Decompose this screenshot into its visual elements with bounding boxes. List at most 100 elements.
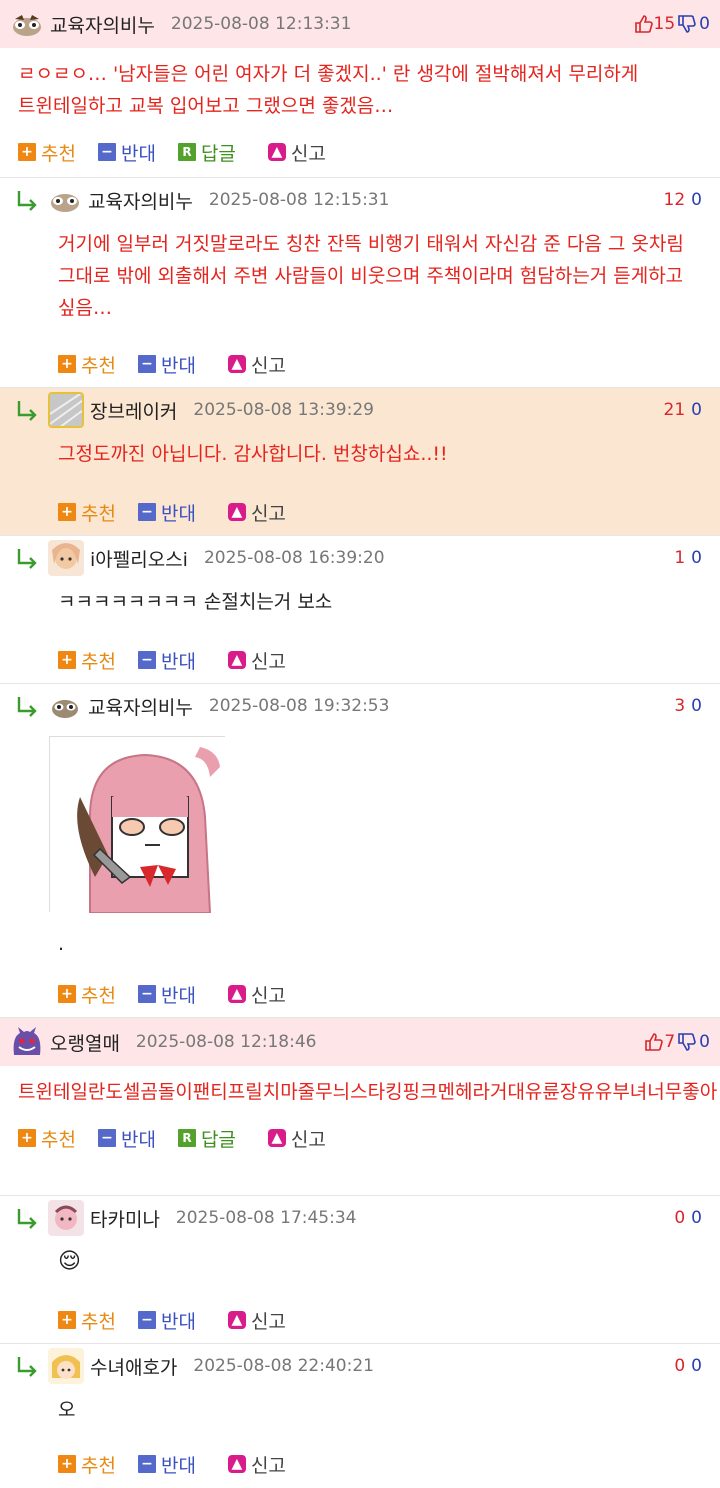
recommend-button[interactable]: + 추천 [58,499,116,526]
avatar[interactable] [10,1025,44,1059]
avatar[interactable] [48,392,84,428]
oppose-button[interactable]: − 반대 [97,139,156,166]
reply-r-icon: R [177,1129,196,1147]
reply-comment: i아펠리오스i 2025-08-08 16:39:20 1 0 ㅋㅋㅋㅋㅋㅋㅋㅋ… [0,536,720,684]
minus-icon: − [97,1129,116,1147]
thumbs-up-icon [645,1033,664,1051]
comment-header: 수녀애호가 2025-08-08 22:40:21 0 0 [14,1344,720,1388]
oppose-button[interactable]: − 반대 [137,1451,196,1478]
nickname[interactable]: 타카미나 [90,1205,160,1232]
avatar[interactable] [10,7,44,41]
comment: 오랭열매 2025-08-08 12:18:46 7 0 트윈테일란도셀곰돌이팬… [0,1018,720,1196]
report-button[interactable]: ▲ 신고 [227,1307,286,1334]
recommend-button[interactable]: + 추천 [58,1451,116,1478]
timestamp: 2025-08-08 13:39:29 [193,400,374,420]
comment-header: 교육자의비누 2025-08-08 19:32:53 3 0 [14,684,720,728]
oppose-button[interactable]: − 반대 [137,351,196,378]
plus-icon: + [58,1311,76,1329]
timestamp: 2025-08-08 12:18:46 [135,1032,317,1052]
comment-actions: + 추천 − 반대 ▲ 신고 [14,636,720,684]
upvote-count: 0 [674,1356,686,1376]
report-button[interactable]: ▲ 신고 [227,1451,286,1478]
reply-button[interactable]: R 답글 [177,139,236,166]
nickname[interactable]: 교육자의비누 [88,187,193,214]
vote-counts: 3 0 [674,696,702,716]
comment-actions: + 추천 − 반대 ▲ 신고 [14,1440,720,1488]
minus-icon: − [137,1311,156,1329]
plus-icon: + [18,1129,36,1147]
timestamp: 2025-08-08 17:45:34 [175,1208,357,1228]
plus-icon: + [18,143,36,161]
avatar[interactable] [48,540,84,576]
nickname[interactable]: 오랭열매 [50,1029,120,1056]
recommend-button[interactable]: + 추천 [18,1125,76,1152]
comment-header: 타카미나 2025-08-08 17:45:34 0 0 [14,1196,720,1240]
comment-text: ㄹㅇㄹㅇ… '남자들은 어린 여자가 더 좋겠지..' 란 생각에 절박해져서 … [18,63,639,117]
nickname[interactable]: 교육자의비누 [88,693,193,720]
comment-header: i아펠리오스i 2025-08-08 16:39:20 1 0 [14,536,720,580]
nickname[interactable]: 수녀애호가 [90,1353,177,1380]
upvote-count: 15 [653,14,676,34]
vote-counts: 12 0 [664,190,702,210]
reply-arrow-icon [17,401,37,421]
reply-arrow-icon [17,697,37,717]
comment-actions: + 추천 − 반대 R 답글 ▲ 신고 [0,128,720,176]
plus-icon: + [58,1455,76,1473]
minus-icon: − [137,355,156,373]
upvote-count: 7 [664,1032,676,1052]
reply-comment: 타카미나 2025-08-08 17:45:34 0 0 😌 + 추천 − 반대 ▲… [0,1196,720,1344]
upvote-count: 3 [674,696,686,716]
oppose-button[interactable]: − 반대 [137,499,196,526]
comment-list: 교육자의비누 2025-08-08 12:13:31 15 0 ㄹㅇㄹㅇ… '남… [0,0,720,1488]
comment-text: 😌 [58,1249,81,1274]
avatar[interactable] [48,183,82,217]
timestamp: 2025-08-08 22:40:21 [193,1356,374,1376]
avatar[interactable] [48,1200,84,1236]
minus-icon: − [137,503,156,521]
reply-button[interactable]: R 답글 [177,1125,236,1152]
recommend-button[interactable]: + 추천 [18,139,76,166]
attached-image[interactable] [14,728,720,914]
report-button[interactable]: ▲ 신고 [267,1125,326,1152]
report-button[interactable]: ▲ 신고 [227,351,286,378]
nickname[interactable]: i아펠리오스i [90,545,188,572]
nickname[interactable]: 교육자의비누 [50,11,155,38]
report-button[interactable]: ▲ 신고 [227,647,286,674]
reply-comment: 교육자의비누 2025-08-08 19:32:53 3 0 . + 추천 − … [0,684,720,1018]
reply-arrow-icon [17,1357,37,1377]
minus-icon: − [137,985,156,1003]
upvote-count: 1 [674,548,686,568]
recommend-button[interactable]: + 추천 [58,1307,116,1334]
comment-text: 거기에 일부러 거짓말로라도 칭찬 잔뜩 비행기 태워서 자신감 준 다음 그 … [58,233,684,319]
siren-icon: ▲ [267,1129,286,1147]
plus-icon: + [58,651,76,669]
oppose-button[interactable]: − 반대 [137,981,196,1008]
report-button[interactable]: ▲ 신고 [267,139,326,166]
recommend-button[interactable]: + 추천 [58,351,116,378]
siren-icon: ▲ [227,355,246,373]
thumbs-down-icon [678,15,696,33]
avatar[interactable] [48,1348,84,1384]
report-button[interactable]: ▲ 신고 [227,499,286,526]
oppose-button[interactable]: − 반대 [137,647,196,674]
comment-text: ㅋㅋㅋㅋㅋㅋㅋㅋ 손절치는거 보소 [58,591,333,613]
minus-icon: − [97,143,116,161]
report-button[interactable]: ▲ 신고 [227,981,286,1008]
upvote-count: 0 [674,1208,686,1228]
downvote-count: 0 [691,1208,702,1228]
siren-icon: ▲ [267,143,286,161]
vote-counts: 0 0 [674,1208,702,1228]
vote-counts: 15 0 [634,14,710,34]
downvote-count: 0 [691,400,702,420]
avatar[interactable] [48,689,82,723]
oppose-button[interactable]: − 반대 [97,1125,156,1152]
recommend-button[interactable]: + 추천 [58,647,116,674]
reply-arrow-icon [17,191,37,211]
downvote-count: 0 [691,696,702,716]
recommend-button[interactable]: + 추천 [58,981,116,1008]
nickname[interactable]: 장브레이커 [90,397,177,424]
upvote-count: 21 [663,400,686,420]
reply-r-icon: R [177,143,196,161]
oppose-button[interactable]: − 반대 [137,1307,196,1334]
comment: 교육자의비누 2025-08-08 12:13:31 15 0 ㄹㅇㄹㅇ… '남… [0,0,720,178]
